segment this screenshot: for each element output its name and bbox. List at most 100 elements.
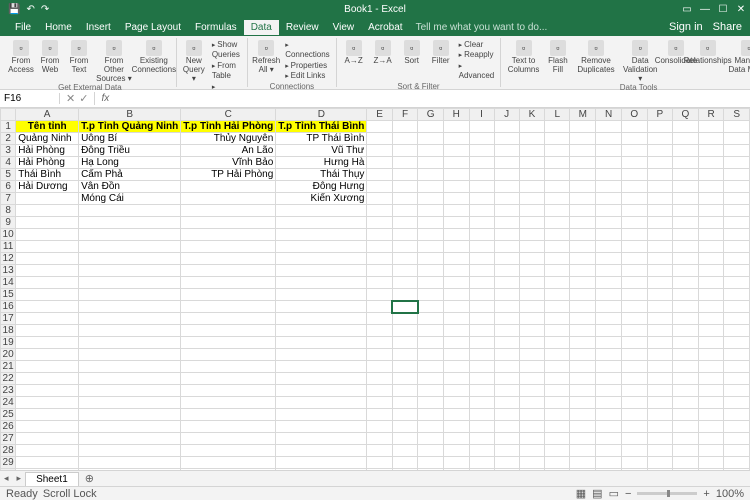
cell-H27[interactable] xyxy=(443,433,469,445)
cell-R9[interactable] xyxy=(698,217,724,229)
signin-link[interactable]: Sign in xyxy=(669,21,703,33)
cell-O25[interactable] xyxy=(621,409,647,421)
cell-A29[interactable] xyxy=(16,457,79,469)
cell-L18[interactable] xyxy=(545,325,570,337)
cell-A5[interactable]: Thái Bình xyxy=(16,169,79,181)
cell-S13[interactable] xyxy=(724,265,750,277)
cell-S27[interactable] xyxy=(724,433,750,445)
cell-D1[interactable]: T.p Tỉnh Thái Bình xyxy=(276,121,367,133)
cell-R23[interactable] xyxy=(698,385,724,397)
cell-S18[interactable] xyxy=(724,325,750,337)
cell-N18[interactable] xyxy=(596,325,622,337)
cell-G21[interactable] xyxy=(418,361,444,373)
cell-Q9[interactable] xyxy=(673,217,699,229)
cell-C15[interactable] xyxy=(181,289,276,301)
cell-Q8[interactable] xyxy=(673,205,699,217)
cell-E30[interactable] xyxy=(367,469,392,471)
cell-E8[interactable] xyxy=(367,205,392,217)
cell-D16[interactable] xyxy=(276,301,367,313)
row-header-5[interactable]: 5 xyxy=(1,169,16,181)
cell-S21[interactable] xyxy=(724,361,750,373)
cell-K7[interactable] xyxy=(519,193,544,205)
cell-J18[interactable] xyxy=(494,325,519,337)
cell-J9[interactable] xyxy=(494,217,519,229)
cell-M20[interactable] xyxy=(570,349,596,361)
cell-S22[interactable] xyxy=(724,373,750,385)
cell-Q25[interactable] xyxy=(673,409,699,421)
cell-B9[interactable] xyxy=(79,217,181,229)
cell-E3[interactable] xyxy=(367,145,392,157)
cell-R28[interactable] xyxy=(698,445,724,457)
cell-F26[interactable] xyxy=(392,421,417,433)
cell-E26[interactable] xyxy=(367,421,392,433)
cell-C29[interactable] xyxy=(181,457,276,469)
cell-A24[interactable] xyxy=(16,397,79,409)
cell-D29[interactable] xyxy=(276,457,367,469)
cell-L23[interactable] xyxy=(545,385,570,397)
cell-C2[interactable]: Thủy Nguyên xyxy=(181,133,276,145)
cell-E16[interactable] xyxy=(367,301,392,313)
cell-L13[interactable] xyxy=(545,265,570,277)
cell-D30[interactable] xyxy=(276,469,367,471)
view-normal-icon[interactable]: ▦ xyxy=(576,487,586,500)
cell-M3[interactable] xyxy=(570,145,596,157)
cell-S15[interactable] xyxy=(724,289,750,301)
cell-E12[interactable] xyxy=(367,253,392,265)
cell-E23[interactable] xyxy=(367,385,392,397)
cell-Q29[interactable] xyxy=(673,457,699,469)
cell-C22[interactable] xyxy=(181,373,276,385)
cell-I20[interactable] xyxy=(469,349,494,361)
row-header-23[interactable]: 23 xyxy=(1,385,16,397)
cell-D18[interactable] xyxy=(276,325,367,337)
cell-E13[interactable] xyxy=(367,265,392,277)
cell-S3[interactable] xyxy=(724,145,750,157)
row-header-17[interactable]: 17 xyxy=(1,313,16,325)
cell-A9[interactable] xyxy=(16,217,79,229)
cell-P14[interactable] xyxy=(647,277,672,289)
cell-R27[interactable] xyxy=(698,433,724,445)
save-icon[interactable]: 💾 xyxy=(8,4,20,15)
cell-P7[interactable] xyxy=(647,193,672,205)
cell-F21[interactable] xyxy=(392,361,417,373)
cell-F22[interactable] xyxy=(392,373,417,385)
cell-L9[interactable] xyxy=(545,217,570,229)
cell-F2[interactable] xyxy=(392,133,417,145)
cell-K13[interactable] xyxy=(519,265,544,277)
cell-F16[interactable] xyxy=(392,301,417,313)
cell-H24[interactable] xyxy=(443,397,469,409)
cell-G13[interactable] xyxy=(418,265,444,277)
cell-M2[interactable] xyxy=(570,133,596,145)
cell-O6[interactable] xyxy=(621,181,647,193)
cell-P9[interactable] xyxy=(647,217,672,229)
cell-B27[interactable] xyxy=(79,433,181,445)
cell-Q11[interactable] xyxy=(673,241,699,253)
cell-S6[interactable] xyxy=(724,181,750,193)
cell-P15[interactable] xyxy=(647,289,672,301)
cell-L7[interactable] xyxy=(545,193,570,205)
cell-B21[interactable] xyxy=(79,361,181,373)
row-header-21[interactable]: 21 xyxy=(1,361,16,373)
cell-P22[interactable] xyxy=(647,373,672,385)
cell-I10[interactable] xyxy=(469,229,494,241)
cell-G30[interactable] xyxy=(418,469,444,471)
cell-P27[interactable] xyxy=(647,433,672,445)
cell-P21[interactable] xyxy=(647,361,672,373)
cell-A1[interactable]: Tên tỉnh xyxy=(16,121,79,133)
cell-E22[interactable] xyxy=(367,373,392,385)
spreadsheet-grid[interactable]: ABCDEFGHIJKLMNOPQRS1Tên tỉnhT.p Tỉnh Quả… xyxy=(0,108,750,470)
cell-J15[interactable] xyxy=(494,289,519,301)
ribbon-cmd-existing-connections[interactable]: ▫Existing Connections xyxy=(136,40,172,75)
cell-F11[interactable] xyxy=(392,241,417,253)
cell-M6[interactable] xyxy=(570,181,596,193)
cell-C17[interactable] xyxy=(181,313,276,325)
ribbon-sub-clear[interactable]: Clear xyxy=(457,40,497,50)
cell-O29[interactable] xyxy=(621,457,647,469)
cell-I6[interactable] xyxy=(469,181,494,193)
cell-F27[interactable] xyxy=(392,433,417,445)
cell-S14[interactable] xyxy=(724,277,750,289)
cell-A16[interactable] xyxy=(16,301,79,313)
share-link[interactable]: Share xyxy=(713,21,742,33)
cell-R13[interactable] xyxy=(698,265,724,277)
cell-B23[interactable] xyxy=(79,385,181,397)
cell-F14[interactable] xyxy=(392,277,417,289)
